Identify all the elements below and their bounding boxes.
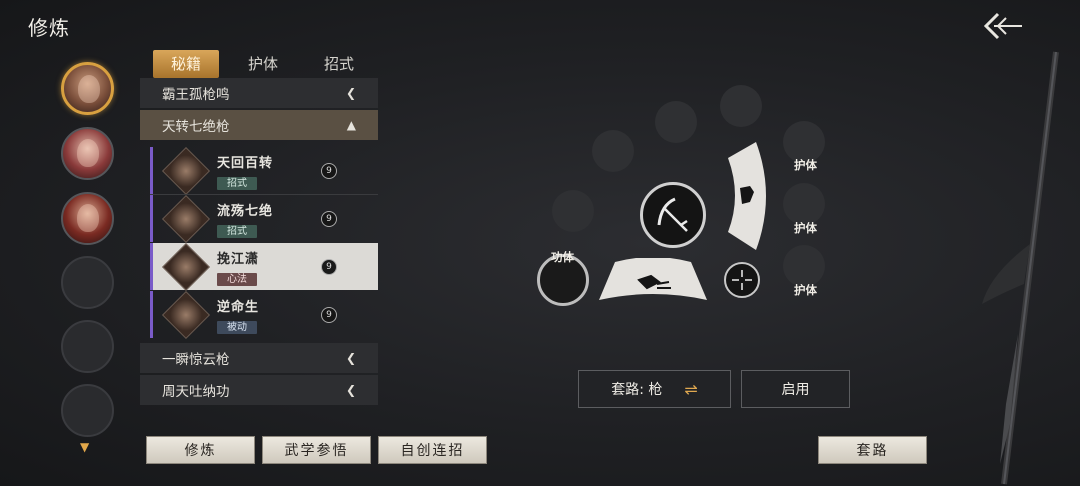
avatar-character-3[interactable] [61,192,114,245]
group-row-zhoutian[interactable]: 周天吐纳功 ❮ [140,375,378,405]
skill-type-badge: 被动 [217,320,257,334]
back-arrow-icon [983,12,1022,40]
swap-icon: ⇌ [684,379,698,399]
routine-label: 套路: 枪 [611,382,663,398]
group-label: 周天吐纳功 [162,384,230,400]
back-button[interactable] [980,10,1026,42]
skill-name: 逆命生 [217,299,260,315]
chevron-down-icon: ❮ [345,86,356,100]
chevron-down-icon: ❮ [345,383,356,397]
chevron-up-icon: ▲ [346,118,356,132]
empty-skill-slot[interactable] [552,190,594,232]
martial-study-button[interactable]: 武学参悟 [262,436,371,464]
skill-level-badge: 9 [321,306,337,323]
tab-zhaoshi[interactable]: 招式 [306,50,372,78]
crosshair-icon [732,270,752,290]
huti-label: 护体 [794,221,817,235]
skill-type-badge: 心法 [217,272,257,286]
skill-type-badge: 招式 [217,176,257,190]
empty-skill-slot[interactable] [720,85,762,127]
group-row-yishun[interactable]: 一瞬惊云枪 ❮ [140,343,378,373]
skill-emblem-icon [161,290,211,339]
empty-skill-slot[interactable] [592,130,634,172]
tab-miji[interactable]: 秘籍 [153,50,219,78]
scroll-down-icon[interactable]: ▼ [80,440,89,454]
group-label: 天转七绝枪 [162,119,230,135]
skill-name: 挽江潇 [217,251,260,267]
custom-combo-button[interactable]: 自创连招 [378,436,487,464]
list-item-skill[interactable]: 天回百转 招式 9 [150,146,378,195]
empty-skill-slot[interactable] [655,101,697,143]
page-title: 修炼 [28,16,70,40]
routine-selector[interactable]: 套路: 枪 ⇌ [578,370,731,408]
group-label: 一瞬惊云枪 [162,352,230,368]
equipped-skill-center[interactable] [640,182,706,248]
skill-name: 天回百转 [217,155,274,171]
gongti-label: 功体 [551,250,574,264]
avatar-slot-empty[interactable] [61,320,114,373]
huti-slot[interactable] [783,245,825,287]
skill-level-badge: 9 [321,258,337,275]
list-item-skill[interactable]: 流殇七绝 招式 9 [150,194,378,243]
tab-huti[interactable]: 护体 [230,50,296,78]
spear-strike-icon [657,197,688,232]
avatar-character-2[interactable] [61,127,114,180]
arc-skill-slot-right[interactable] [724,140,774,252]
skill-level-badge: 9 [321,210,337,227]
huti-label: 护体 [794,283,817,297]
list-item-skill-selected[interactable]: 挽江潇 心法 9 [150,242,378,291]
avatar-slot-empty[interactable] [61,256,114,309]
avatar-slot-empty[interactable] [61,384,114,437]
skill-level-badge: 9 [321,162,337,179]
group-row-tianzhuan[interactable]: 天转七绝枪 ▲ [140,110,378,140]
routine-button[interactable]: 套路 [818,436,927,464]
skill-name: 流殇七绝 [217,203,274,219]
list-item-skill[interactable]: 逆命生 被动 9 [150,290,378,339]
target-skill-slot[interactable] [724,262,760,298]
skill-emblem-icon [161,146,211,195]
arc-skill-slot-bottom[interactable] [597,258,709,304]
spear-weapon-image [982,51,1059,485]
group-label: 霸王孤枪鸣 [162,87,230,103]
cultivate-button[interactable]: 修炼 [146,436,255,464]
chevron-down-icon: ❮ [345,351,356,365]
huti-label: 护体 [794,158,817,172]
avatar-character-1[interactable] [61,62,114,115]
skill-emblem-icon [161,242,211,291]
huti-slot[interactable] [783,183,825,225]
group-row-bawang[interactable]: 霸王孤枪鸣 ❮ [140,78,378,108]
skill-emblem-icon [161,194,211,243]
enable-button[interactable]: 启用 [741,370,850,408]
skill-type-badge: 招式 [217,224,257,238]
